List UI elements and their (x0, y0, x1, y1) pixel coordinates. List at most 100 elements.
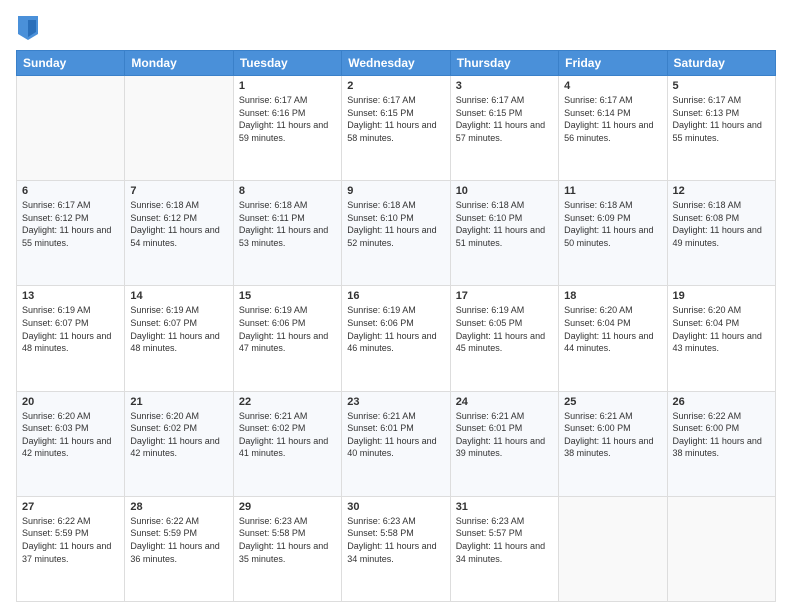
day-info: Sunrise: 6:17 AM Sunset: 6:15 PM Dayligh… (347, 94, 444, 144)
calendar-cell: 7 Sunrise: 6:18 AM Sunset: 6:12 PM Daylig… (125, 181, 233, 286)
calendar-cell: 27Sunrise: 6:22 AM Sunset: 5:59 PM Dayli… (17, 496, 125, 601)
day-number: 30 (347, 501, 444, 513)
day-info: Sunrise: 6:21 AM Sunset: 6:02 PM Dayligh… (239, 410, 336, 460)
day-number: 13 (22, 290, 119, 302)
calendar-cell: 25 Sunrise: 6:21 AM Sunset: 6:00 PM Dayli… (559, 391, 667, 496)
day-info: Sunrise: 6:22 AM Sunset: 5:59 PM Dayligh… (22, 515, 119, 565)
week-row-5: 27Sunrise: 6:22 AM Sunset: 5:59 PM Dayli… (17, 496, 776, 601)
day-number: 5 (673, 80, 770, 92)
day-number: 26 (673, 396, 770, 408)
calendar-cell: 31 Sunrise: 6:23 AM Sunset: 5:57 PM Dayli… (450, 496, 558, 601)
calendar-cell: 13 Sunrise: 6:19 AM Sunset: 6:07 PM Dayli… (17, 286, 125, 391)
day-number: 31 (456, 501, 553, 513)
day-info: Sunrise: 6:22 AM Sunset: 6:00 PM Dayligh… (673, 410, 770, 460)
logo-icon (18, 16, 38, 40)
day-info: Sunrise: 6:23 AM Sunset: 5:58 PM Dayligh… (347, 515, 444, 565)
calendar-cell: 11 Sunrise: 6:18 AM Sunset: 6:09 PM Dayli… (559, 181, 667, 286)
day-info: Sunrise: 6:17 AM Sunset: 6:13 PM Dayligh… (673, 94, 770, 144)
day-number: 15 (239, 290, 336, 302)
day-info: Sunrise: 6:19 AM Sunset: 6:06 PM Dayligh… (347, 304, 444, 354)
calendar-cell: 17 Sunrise: 6:19 AM Sunset: 6:05 PM Dayli… (450, 286, 558, 391)
header (16, 16, 776, 40)
day-info: Sunrise: 6:20 AM Sunset: 6:04 PM Dayligh… (564, 304, 661, 354)
day-info: Sunrise: 6:18 AM Sunset: 6:10 PM Dayligh… (347, 199, 444, 249)
weekday-header-row: SundayMondayTuesdayWednesdayThursdayFrid… (17, 51, 776, 76)
calendar-cell: 19Sunrise: 6:20 AM Sunset: 6:04 PM Dayli… (667, 286, 775, 391)
calendar-cell: 2 Sunrise: 6:17 AM Sunset: 6:15 PM Daylig… (342, 76, 450, 181)
calendar-cell: 12Sunrise: 6:18 AM Sunset: 6:08 PM Dayli… (667, 181, 775, 286)
calendar-cell (559, 496, 667, 601)
day-number: 6 (22, 185, 119, 197)
day-number: 10 (456, 185, 553, 197)
weekday-header-tuesday: Tuesday (233, 51, 341, 76)
day-number: 23 (347, 396, 444, 408)
day-number: 17 (456, 290, 553, 302)
calendar-cell: 29Sunrise: 6:23 AM Sunset: 5:58 PM Dayli… (233, 496, 341, 601)
calendar-cell: 10 Sunrise: 6:18 AM Sunset: 6:10 PM Dayli… (450, 181, 558, 286)
calendar-cell: 22Sunrise: 6:21 AM Sunset: 6:02 PM Dayli… (233, 391, 341, 496)
calendar-cell (17, 76, 125, 181)
day-info: Sunrise: 6:17 AM Sunset: 6:12 PM Dayligh… (22, 199, 119, 249)
day-number: 8 (239, 185, 336, 197)
day-info: Sunrise: 6:18 AM Sunset: 6:09 PM Dayligh… (564, 199, 661, 249)
day-info: Sunrise: 6:18 AM Sunset: 6:11 PM Dayligh… (239, 199, 336, 249)
day-info: Sunrise: 6:18 AM Sunset: 6:12 PM Dayligh… (130, 199, 227, 249)
day-number: 20 (22, 396, 119, 408)
day-info: Sunrise: 6:19 AM Sunset: 6:05 PM Dayligh… (456, 304, 553, 354)
day-info: Sunrise: 6:18 AM Sunset: 6:10 PM Dayligh… (456, 199, 553, 249)
day-number: 9 (347, 185, 444, 197)
day-number: 18 (564, 290, 661, 302)
day-number: 19 (673, 290, 770, 302)
day-info: Sunrise: 6:17 AM Sunset: 6:15 PM Dayligh… (456, 94, 553, 144)
weekday-header-friday: Friday (559, 51, 667, 76)
weekday-header-wednesday: Wednesday (342, 51, 450, 76)
logo (16, 16, 38, 40)
calendar-cell: 26 Sunrise: 6:22 AM Sunset: 6:00 PM Dayli… (667, 391, 775, 496)
day-number: 12 (673, 185, 770, 197)
day-number: 25 (564, 396, 661, 408)
day-number: 28 (130, 501, 227, 513)
day-number: 2 (347, 80, 444, 92)
day-number: 21 (130, 396, 227, 408)
day-number: 14 (130, 290, 227, 302)
day-info: Sunrise: 6:22 AM Sunset: 5:59 PM Dayligh… (130, 515, 227, 565)
calendar-body: 1 Sunrise: 6:17 AM Sunset: 6:16 PM Daylig… (17, 76, 776, 602)
day-info: Sunrise: 6:21 AM Sunset: 6:01 PM Dayligh… (456, 410, 553, 460)
day-number: 4 (564, 80, 661, 92)
day-number: 7 (130, 185, 227, 197)
day-info: Sunrise: 6:21 AM Sunset: 6:01 PM Dayligh… (347, 410, 444, 460)
day-info: Sunrise: 6:19 AM Sunset: 6:07 PM Dayligh… (22, 304, 119, 354)
calendar-cell: 5 Sunrise: 6:17 AM Sunset: 6:13 PM Daylig… (667, 76, 775, 181)
calendar-cell: 28 Sunrise: 6:22 AM Sunset: 5:59 PM Dayli… (125, 496, 233, 601)
page: SundayMondayTuesdayWednesdayThursdayFrid… (0, 0, 792, 612)
calendar-cell: 18 Sunrise: 6:20 AM Sunset: 6:04 PM Dayli… (559, 286, 667, 391)
calendar-cell: 24Sunrise: 6:21 AM Sunset: 6:01 PM Dayli… (450, 391, 558, 496)
calendar-cell: 9 Sunrise: 6:18 AM Sunset: 6:10 PM Daylig… (342, 181, 450, 286)
calendar-cell: 14 Sunrise: 6:19 AM Sunset: 6:07 PM Dayli… (125, 286, 233, 391)
day-info: Sunrise: 6:17 AM Sunset: 6:14 PM Dayligh… (564, 94, 661, 144)
calendar-cell: 3 Sunrise: 6:17 AM Sunset: 6:15 PM Daylig… (450, 76, 558, 181)
week-row-3: 13 Sunrise: 6:19 AM Sunset: 6:07 PM Dayli… (17, 286, 776, 391)
day-number: 29 (239, 501, 336, 513)
calendar-cell: 8 Sunrise: 6:18 AM Sunset: 6:11 PM Daylig… (233, 181, 341, 286)
day-number: 3 (456, 80, 553, 92)
day-info: Sunrise: 6:19 AM Sunset: 6:07 PM Dayligh… (130, 304, 227, 354)
weekday-header-saturday: Saturday (667, 51, 775, 76)
calendar: SundayMondayTuesdayWednesdayThursdayFrid… (16, 50, 776, 602)
day-info: Sunrise: 6:21 AM Sunset: 6:00 PM Dayligh… (564, 410, 661, 460)
day-info: Sunrise: 6:20 AM Sunset: 6:02 PM Dayligh… (130, 410, 227, 460)
day-number: 1 (239, 80, 336, 92)
calendar-cell (125, 76, 233, 181)
calendar-cell: 15Sunrise: 6:19 AM Sunset: 6:06 PM Dayli… (233, 286, 341, 391)
day-info: Sunrise: 6:23 AM Sunset: 5:57 PM Dayligh… (456, 515, 553, 565)
day-info: Sunrise: 6:17 AM Sunset: 6:16 PM Dayligh… (239, 94, 336, 144)
weekday-header-sunday: Sunday (17, 51, 125, 76)
week-row-1: 1 Sunrise: 6:17 AM Sunset: 6:16 PM Daylig… (17, 76, 776, 181)
calendar-cell: 6 Sunrise: 6:17 AM Sunset: 6:12 PM Daylig… (17, 181, 125, 286)
calendar-cell: 16Sunrise: 6:19 AM Sunset: 6:06 PM Dayli… (342, 286, 450, 391)
weekday-header-thursday: Thursday (450, 51, 558, 76)
calendar-cell: 4 Sunrise: 6:17 AM Sunset: 6:14 PM Daylig… (559, 76, 667, 181)
day-number: 11 (564, 185, 661, 197)
calendar-cell: 23 Sunrise: 6:21 AM Sunset: 6:01 PM Dayli… (342, 391, 450, 496)
day-info: Sunrise: 6:20 AM Sunset: 6:03 PM Dayligh… (22, 410, 119, 460)
